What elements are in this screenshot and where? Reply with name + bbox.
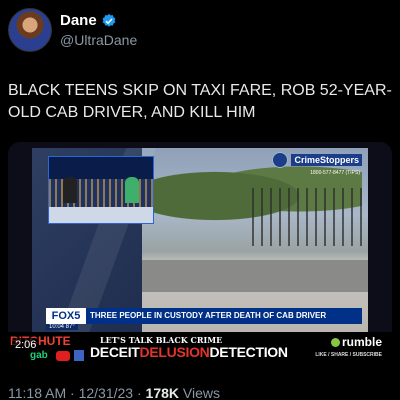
tweet-time[interactable]: 11:18 AM — [8, 385, 66, 400]
tweet-text: BLACK TEENS SKIP ON TAXI FARE, ROB 52-YE… — [8, 82, 392, 121]
views-count: 178K — [145, 385, 179, 400]
news-lower-third: FOX5 THREE PEOPLE IN CUSTODY AFTER DEATH… — [46, 308, 362, 324]
street — [142, 260, 368, 292]
facebook-icon — [74, 350, 84, 361]
news-anchor — [63, 177, 77, 203]
brand-part-2: DELUSION — [139, 344, 210, 360]
brand-part-3: DETECTION — [209, 344, 289, 360]
tweet-date[interactable]: 12/31/23 — [79, 385, 134, 400]
rumble-logo: rumble — [330, 335, 382, 349]
author-display-name[interactable]: Dane — [60, 12, 97, 29]
author-handle[interactable]: @UltraDane — [60, 32, 137, 48]
rumble-label: rumble — [341, 335, 382, 349]
fence — [252, 188, 367, 246]
avatar[interactable] — [8, 8, 52, 52]
crime-stoppers-badge: CrimeStoppers — [272, 152, 362, 168]
video-frame[interactable]: CrimeStoppers 1800-577-8477 (TIPS) FOX5 … — [32, 148, 368, 336]
youtube-icon — [56, 351, 70, 361]
news-clock: 10:04 87° — [46, 324, 78, 330]
video-duration-badge: 2:06 — [12, 338, 40, 352]
news-headline: THREE PEOPLE IN CUSTODY AFTER DEATH OF C… — [86, 308, 362, 324]
police-seal-icon — [272, 152, 289, 168]
crime-stoppers-phone: 1800-577-8477 (TIPS) — [310, 170, 360, 176]
crime-stoppers-label: CrimeStoppers — [291, 154, 362, 166]
rumble-icon — [330, 338, 340, 347]
verified-badge-icon — [102, 13, 116, 27]
views-label: Views — [182, 385, 220, 400]
brand-part-1: DECEIT — [90, 344, 140, 360]
tweet-meta: 11:18 AM · 12/31/23 · 178K Views — [8, 385, 220, 400]
channel-banner: BITCHUTE gab LET'S TALK BLACK CRIME DECE… — [8, 332, 392, 364]
news-studio-inset — [48, 156, 154, 224]
banner-share-text: LIKE / SHARE / SUBSCRIBE — [315, 352, 382, 358]
news-anchor — [125, 177, 139, 203]
banner-brand: DECEITDELUSIONDETECTION — [90, 344, 288, 360]
fox5-logo: FOX5 — [46, 308, 86, 324]
news-desk — [49, 207, 153, 223]
author-name-row: Dane — [60, 12, 117, 29]
meta-separator: · — [70, 385, 75, 400]
meta-separator: · — [136, 385, 142, 400]
video-player[interactable]: CrimeStoppers 1800-577-8477 (TIPS) FOX5 … — [8, 142, 392, 364]
